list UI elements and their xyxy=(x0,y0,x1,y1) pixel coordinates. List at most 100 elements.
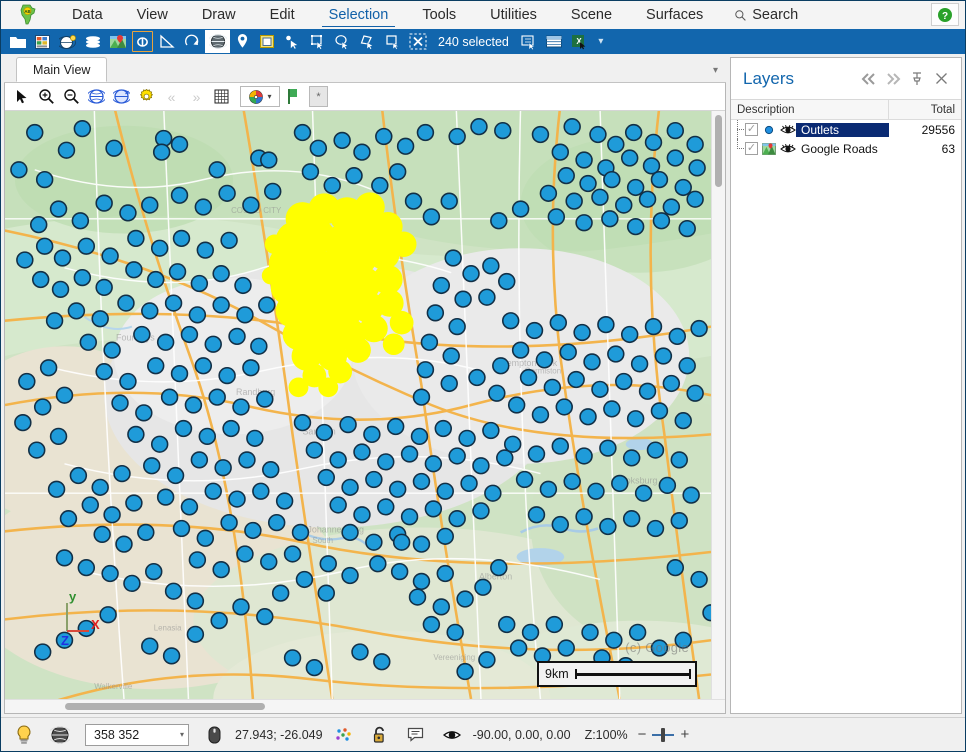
theme-globe-button[interactable] xyxy=(55,30,80,53)
measure-angle-icon xyxy=(160,34,175,48)
clear-selection-button[interactable] xyxy=(405,30,430,53)
layers-stack-button[interactable] xyxy=(80,30,105,53)
star-label: * xyxy=(316,90,321,103)
menu-item-surfaces[interactable]: Surfaces xyxy=(629,1,720,29)
rotate-button[interactable] xyxy=(180,30,205,53)
pin-panel-button[interactable] xyxy=(905,67,929,91)
mouse-icon xyxy=(208,726,220,743)
map-vertical-scrollbar[interactable] xyxy=(711,111,725,699)
menu-item-utilities[interactable]: Utilities xyxy=(473,1,554,29)
map-render: COSMO CITY Fourways Randburg Sandton Kem… xyxy=(5,111,711,699)
collapse-left-button[interactable] xyxy=(857,67,881,91)
menu-item-edit[interactable]: Edit xyxy=(253,1,312,29)
zoom-extent-button[interactable] xyxy=(84,85,109,109)
selection-table-button[interactable] xyxy=(542,30,567,53)
zoom-slider-control[interactable]: − + xyxy=(632,726,690,743)
menu-label: Scene xyxy=(570,7,613,23)
select-rectangle-button[interactable] xyxy=(255,30,280,53)
help-label: ? xyxy=(942,10,948,21)
app-logo[interactable]: AB xyxy=(1,1,55,29)
menu-item-draw[interactable]: Draw xyxy=(185,1,253,29)
expand-right-button[interactable] xyxy=(881,67,905,91)
select-polygon-button[interactable] xyxy=(355,30,380,53)
layers-header: Layers xyxy=(731,58,961,100)
grid-icon xyxy=(214,89,229,104)
chevron-down-icon: ▾ xyxy=(712,65,718,76)
map-image-button[interactable] xyxy=(105,30,130,53)
eye-icon xyxy=(442,730,461,739)
menu-item-scene[interactable]: Scene xyxy=(554,1,629,29)
measure-button[interactable] xyxy=(155,30,180,53)
layer-checkbox[interactable]: ✓ xyxy=(745,123,758,136)
export-selection-button[interactable] xyxy=(517,30,542,53)
map-canvas[interactable]: COSMO CITY Fourways Randburg Sandton Kem… xyxy=(5,111,711,699)
globe-wire-icon xyxy=(50,726,70,743)
scale-value: 358 352 xyxy=(94,727,140,742)
menu-item-tools[interactable]: Tools xyxy=(405,1,473,29)
close-panel-button[interactable] xyxy=(929,67,953,91)
map-horizontal-scrollbar[interactable] xyxy=(5,699,725,713)
notes-button[interactable] xyxy=(399,720,433,750)
view-toolbar: « » ▾ * xyxy=(5,83,725,111)
export-excel-button[interactable]: X xyxy=(567,30,592,53)
tree-connector xyxy=(731,139,745,158)
globe-zoom-extent-icon xyxy=(88,89,105,104)
hint-button[interactable] xyxy=(7,720,41,750)
zoom-in-button[interactable]: + xyxy=(680,726,689,743)
tab-label: Main View xyxy=(33,62,91,77)
theme-color-combo[interactable]: ▾ xyxy=(240,86,280,107)
lightbulb-icon xyxy=(17,724,31,744)
toolbar-overflow-button[interactable]: ▾ xyxy=(592,30,610,53)
layer-visibility-icon[interactable] xyxy=(779,141,796,156)
select-circle-button[interactable] xyxy=(330,30,355,53)
select-crop-button[interactable] xyxy=(380,30,405,53)
menu-item-data[interactable]: Data xyxy=(55,1,120,29)
points-display-button[interactable] xyxy=(327,720,361,750)
layer-checkbox[interactable]: ✓ xyxy=(745,142,758,155)
next-view-button[interactable]: » xyxy=(184,85,209,109)
chevron-down-icon: ▾ xyxy=(598,36,604,47)
layers-panel: Layers Description Total ✓ Outlets 29556… xyxy=(730,57,962,714)
layer-visibility-icon[interactable] xyxy=(779,122,796,137)
africa-logo-icon: AB xyxy=(20,4,36,25)
previous-view-button[interactable]: « xyxy=(159,85,184,109)
scrollbar-thumb[interactable] xyxy=(715,115,722,187)
view-settings-button[interactable] xyxy=(134,85,159,109)
view-tabstrip: Main View ▾ xyxy=(4,57,726,83)
layer-row-google-roads[interactable]: ✓ Google Roads 63 xyxy=(731,139,961,158)
bookmark-button[interactable] xyxy=(280,85,305,109)
zoom-out-button[interactable] xyxy=(59,85,84,109)
open-folder-button[interactable] xyxy=(5,30,30,53)
export-excel-icon: X xyxy=(572,34,586,49)
menu-label: Edit xyxy=(269,7,295,23)
selection-count-label: 240 selected xyxy=(438,34,509,49)
zoom-slider[interactable] xyxy=(652,727,675,742)
grid-toggle-button[interactable] xyxy=(209,85,234,109)
lock-toggle-button[interactable] xyxy=(363,720,397,750)
select-circle-icon xyxy=(335,34,349,50)
projection-button[interactable] xyxy=(43,720,77,750)
select-point-button[interactable] xyxy=(280,30,305,53)
zoom-in-button[interactable] xyxy=(34,85,59,109)
zoom-out-button[interactable]: − xyxy=(638,726,647,743)
menu-item-view[interactable]: View xyxy=(120,1,185,29)
search-icon xyxy=(735,9,747,21)
place-pin-button[interactable] xyxy=(230,30,255,53)
tabstrip-overflow-button[interactable]: ▾ xyxy=(713,60,718,78)
star-button[interactable]: * xyxy=(309,86,328,107)
select-box-button[interactable] xyxy=(305,30,330,53)
help-button[interactable]: ? xyxy=(931,3,959,26)
next-double-chevron-icon: » xyxy=(192,88,201,105)
data-table-button[interactable] xyxy=(30,30,55,53)
menu-label: Surfaces xyxy=(646,7,704,23)
menu-item-selection[interactable]: Selection xyxy=(312,1,406,29)
layer-row-outlets[interactable]: ✓ Outlets 29556 xyxy=(731,120,961,139)
globe-view-button[interactable] xyxy=(205,30,230,53)
tab-main-view[interactable]: Main View xyxy=(16,57,108,82)
scrollbar-thumb[interactable] xyxy=(65,703,265,710)
scale-combo[interactable]: 358 352 ▾ xyxy=(85,723,189,746)
bounds-button[interactable] xyxy=(130,30,155,53)
pointer-tool-button[interactable] xyxy=(9,85,34,109)
previous-extent-button[interactable] xyxy=(109,85,134,109)
menu-search[interactable]: Search xyxy=(720,1,812,29)
